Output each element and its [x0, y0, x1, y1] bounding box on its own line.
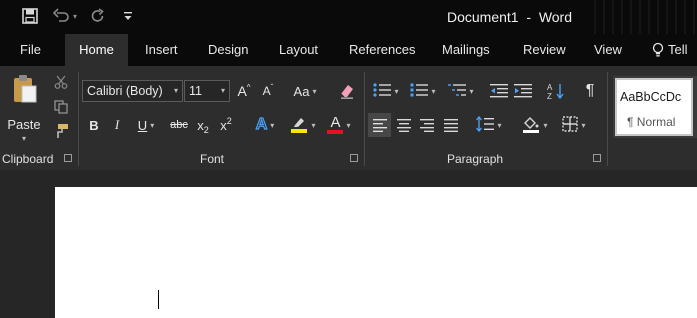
align-right-icon[interactable] [416, 113, 438, 137]
ribbon-tabs: File Home Insert Design Layout Reference… [0, 34, 697, 66]
line-spacing-button[interactable]: ▾ [473, 113, 505, 137]
bullets-button[interactable]: ▾ [370, 81, 402, 101]
text-cursor [158, 290, 159, 309]
numbering-button[interactable]: ▾ [407, 81, 439, 101]
font-name-dropdown-icon[interactable]: ▾ [174, 81, 178, 101]
tab-view[interactable]: View [594, 34, 622, 66]
sort-icon[interactable]: AZ [545, 80, 567, 102]
caret-down-icon: ˇ [270, 82, 274, 92]
ribbon-home: Paste ▾ Clipboard Calibri (Body) ▾ 11 ▾ … [0, 66, 697, 170]
title-bar: ▾ Document1 - Word [0, 0, 697, 34]
decrease-indent-icon[interactable] [488, 81, 510, 101]
title-bar-background-art [587, 0, 697, 34]
group-separator [364, 72, 365, 166]
paste-icon [10, 74, 38, 107]
lightbulb-icon [652, 42, 664, 58]
clear-formatting-icon[interactable] [337, 80, 357, 102]
grow-font-button[interactable]: A ^ [235, 81, 253, 101]
bullets-icon [373, 82, 392, 101]
tab-review[interactable]: Review [523, 34, 566, 66]
multilevel-list-button[interactable]: ▾ [444, 81, 478, 101]
undo-icon[interactable] [52, 6, 70, 26]
borders-icon [562, 115, 579, 135]
highlighter-icon [290, 115, 308, 136]
tab-insert[interactable]: Insert [145, 34, 178, 66]
numbering-icon [410, 82, 429, 101]
undo-dropdown-icon[interactable]: ▾ [73, 6, 77, 26]
paint-bucket-icon [522, 115, 540, 136]
underline-button[interactable]: U ▾ [131, 115, 161, 135]
subscript-button[interactable]: x2 [193, 115, 213, 135]
svg-text:Z: Z [547, 92, 552, 100]
change-case-button[interactable]: Aa ▾ [288, 81, 322, 101]
tab-mailings[interactable]: Mailings [442, 34, 490, 66]
paragraph-launcher-icon[interactable] [593, 154, 601, 162]
increase-indent-icon[interactable] [512, 81, 534, 101]
font-size-field[interactable]: 11 ▾ [184, 80, 230, 102]
multilevel-list-icon [448, 82, 467, 101]
window-title: Document1 - Word [447, 9, 573, 25]
tell-me-label: Tell [668, 42, 688, 57]
tell-me-box[interactable]: Tell [652, 34, 688, 66]
font-color-dropdown-icon: ▾ [346, 120, 351, 130]
tab-design[interactable]: Design [208, 34, 248, 66]
customize-qat-icon[interactable] [123, 6, 133, 26]
style-normal[interactable]: AaBbCcDc ¶ Normal [615, 78, 693, 136]
align-left-icon[interactable] [368, 113, 391, 137]
caret-up-icon: ^ [246, 82, 251, 92]
text-effects-icon: A [255, 115, 268, 133]
font-name-value: Calibri (Body) [87, 84, 163, 98]
paste-dropdown-icon: ▾ [21, 134, 26, 143]
paste-button[interactable]: Paste ▾ [6, 74, 42, 152]
font-color-button[interactable]: A ▾ [322, 114, 356, 136]
text-effects-dropdown-icon: ▾ [270, 120, 275, 130]
italic-button[interactable]: I [108, 115, 126, 135]
shrink-font-button[interactable]: Aˇ [259, 81, 277, 101]
shading-button[interactable]: ▾ [518, 113, 552, 137]
tab-layout[interactable]: Layout [279, 34, 318, 66]
font-size-dropdown-icon[interactable]: ▾ [221, 81, 225, 101]
group-separator [78, 72, 79, 166]
style-name: ¶ Normal [627, 115, 676, 129]
highlight-dropdown-icon: ▾ [311, 120, 316, 130]
clipboard-group-label: Clipboard [2, 152, 54, 166]
tab-file[interactable]: File [20, 34, 41, 66]
styles-gallery: AaBbCcDc ¶ Normal [613, 76, 697, 138]
show-formatting-marks-button[interactable]: ¶ [579, 80, 601, 102]
clipboard-launcher-icon[interactable] [64, 154, 72, 162]
paste-label: Paste [7, 117, 41, 132]
font-group-label: Font [200, 152, 225, 166]
style-preview-text: AaBbCcDc [620, 90, 682, 104]
align-center-icon[interactable] [393, 113, 415, 137]
line-spacing-icon [476, 115, 495, 135]
strikethrough-button[interactable]: abc [168, 115, 190, 135]
font-launcher-icon[interactable] [350, 154, 358, 162]
font-name-field[interactable]: Calibri (Body) ▾ [82, 80, 183, 102]
document-page[interactable] [55, 187, 697, 318]
bold-button[interactable]: B [85, 115, 103, 135]
tab-home[interactable]: Home [65, 34, 128, 66]
underline-dropdown-icon: ▾ [150, 120, 155, 130]
text-effects-button[interactable]: A ▾ [250, 114, 280, 136]
cut-icon[interactable] [51, 73, 71, 91]
svg-text:A: A [547, 83, 553, 92]
font-color-swatch [327, 130, 344, 134]
format-painter-icon[interactable] [51, 122, 71, 140]
font-size-value: 11 [189, 84, 202, 98]
tab-references[interactable]: References [349, 34, 415, 66]
borders-button[interactable]: ▾ [557, 113, 591, 137]
save-icon[interactable] [22, 6, 38, 26]
copy-icon[interactable] [51, 98, 71, 116]
redo-icon[interactable] [90, 6, 106, 26]
font-color-icon: A [327, 115, 344, 134]
paragraph-group-label: Paragraph [447, 152, 504, 166]
group-separator [607, 72, 608, 166]
superscript-button[interactable]: x2 [216, 115, 236, 135]
justify-icon[interactable] [440, 113, 462, 137]
highlight-color-button[interactable]: ▾ [286, 114, 320, 136]
change-case-dropdown-icon: ▾ [312, 86, 317, 96]
